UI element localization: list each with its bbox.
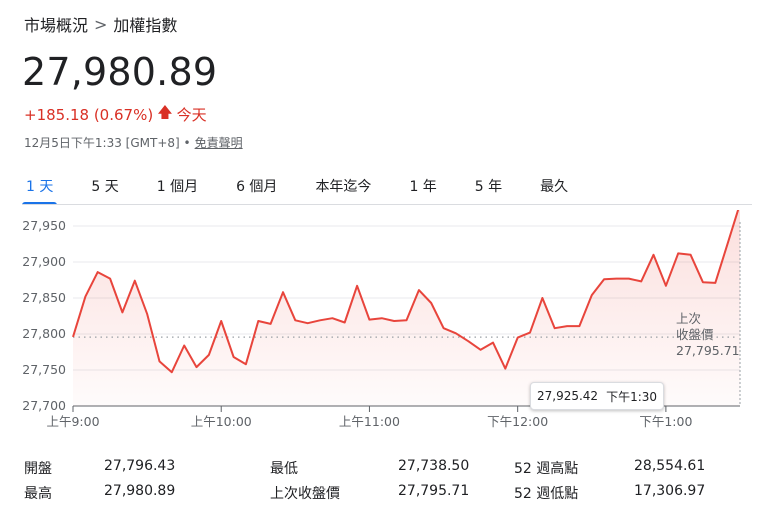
- change-period: 今天: [176, 106, 207, 124]
- y-tick-label: 27,900: [22, 254, 66, 269]
- arrow-up-icon: 🡅: [157, 103, 173, 121]
- stat-low-label: 最低: [270, 461, 298, 477]
- stat-open-value: 27,796.43: [104, 458, 176, 474]
- stat-52wk-low-value: 17,306.97: [634, 483, 706, 499]
- series-area: [73, 210, 740, 406]
- prev-close-annotation: 上次 收盤價 27,795.71: [676, 311, 740, 359]
- breadcrumb-parent[interactable]: 市場概況: [24, 12, 88, 36]
- stat-high-value: 27,980.89: [104, 483, 176, 499]
- tooltip-value: 27,925.42: [536, 389, 599, 403]
- x-tick-label: 下午12:00: [487, 414, 548, 429]
- timestamp-text: 12月5日下午1:33 [GMT+8] •: [24, 136, 191, 150]
- breadcrumb: 市場概況 > 加權指數: [24, 12, 177, 36]
- tab-5-years[interactable]: 5 年: [463, 170, 514, 202]
- tab-ytd[interactable]: 本年迄今: [303, 170, 383, 202]
- stat-high-label: 最高: [24, 486, 52, 502]
- hover-tooltip: 27,925.42 下午1:30: [530, 382, 664, 410]
- x-tick-label: 上午9:00: [46, 414, 99, 429]
- tab-5-days[interactable]: 5 天: [79, 170, 130, 202]
- stat-low-value: 27,738.50: [398, 458, 470, 474]
- breadcrumb-separator: >: [94, 14, 108, 34]
- prev-close-line2: 收盤價: [676, 327, 714, 342]
- x-tick-label: 下午1:00: [639, 414, 692, 429]
- breadcrumb-current: 加權指數: [113, 16, 178, 35]
- prev-close-line1: 上次: [676, 311, 702, 326]
- timestamp: 12月5日下午1:33 [GMT+8] • 免責聲明: [24, 134, 243, 151]
- y-tick-label: 27,950: [22, 218, 66, 233]
- current-price: 27,980.89: [22, 50, 218, 94]
- tab-1-month[interactable]: 1 個月: [145, 170, 210, 202]
- tooltip-time: 下午1:30: [606, 389, 658, 404]
- stat-52wk-low-label: 52 週低點: [514, 486, 579, 502]
- stat-open-label: 開盤: [24, 461, 52, 477]
- stat-52wk-high-value: 28,554.61: [634, 458, 706, 474]
- change-value: +185.18 (0.67%): [24, 105, 154, 124]
- x-tick-label: 上午10:00: [191, 414, 252, 429]
- tabs-divider: [22, 204, 752, 205]
- x-tick-label: 上午11:00: [339, 414, 400, 429]
- tab-1-day[interactable]: 1 天: [14, 170, 65, 205]
- y-tick-label: 27,750: [22, 362, 66, 377]
- prev-close-value: 27,795.71: [676, 343, 740, 358]
- disclaimer-link[interactable]: 免責聲明: [195, 134, 243, 151]
- price-change: +185.18 (0.67%) 🡅 今天: [24, 102, 207, 127]
- y-tick-label: 27,850: [22, 290, 66, 305]
- tab-max[interactable]: 最久: [528, 170, 580, 202]
- y-tick-label: 27,800: [22, 326, 66, 341]
- stat-prevclose-value: 27,795.71: [398, 483, 470, 499]
- tab-1-year[interactable]: 1 年: [397, 170, 448, 202]
- stat-prevclose-label: 上次收盤價: [270, 486, 340, 502]
- stat-52wk-high-label: 52 週高點: [514, 461, 579, 477]
- y-tick-label: 27,700: [22, 398, 66, 413]
- tab-6-months[interactable]: 6 個月: [224, 170, 289, 202]
- range-tabs: 1 天 5 天 1 個月 6 個月 本年迄今 1 年 5 年 最久: [14, 170, 594, 205]
